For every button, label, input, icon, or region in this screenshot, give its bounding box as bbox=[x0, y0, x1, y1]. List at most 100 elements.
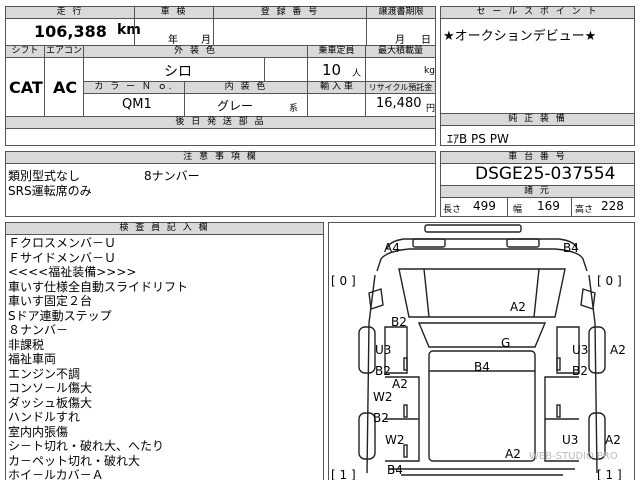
mark-b2-right: B2 bbox=[572, 364, 588, 378]
color-no-cell: カ ラ ー Ｎ ｏ. QM1 bbox=[83, 81, 185, 117]
inspector-note: カ－ペット切れ・破れ大 bbox=[8, 453, 141, 468]
bracket-bl: [ 1 ] bbox=[331, 468, 356, 480]
color-no-label: カ ラ ー Ｎ ｏ. bbox=[84, 82, 184, 94]
mark-w2-left2: W2 bbox=[385, 433, 405, 447]
mark-a2-right2: A2 bbox=[605, 433, 621, 447]
mark-u3-rear: U3 bbox=[562, 433, 578, 447]
inspector-note: 非課税 bbox=[8, 337, 45, 352]
mark-a2-mid: A2 bbox=[392, 377, 408, 391]
bracket-tr: [ 0 ] bbox=[597, 274, 622, 288]
mileage-value: 106,388 bbox=[34, 22, 107, 41]
length-label: 長さ bbox=[443, 205, 462, 215]
chassis-label: 車 台 番 号 bbox=[441, 152, 634, 164]
inspection-label: 車 検 bbox=[135, 7, 213, 19]
chassis-cell: 車 台 番 号 DSGE25-037554 諸 元 長さ 499 幅 169 高… bbox=[440, 151, 635, 217]
aircon-value: AC bbox=[53, 78, 78, 97]
capacity-value: 10 bbox=[322, 61, 342, 79]
notice-label: 注 意 事 項 欄 bbox=[6, 152, 435, 164]
transfer-deadline-cell: 譲渡書期限 月 日 bbox=[366, 6, 436, 46]
mark-a2-right: A2 bbox=[610, 343, 626, 357]
mark-b4-center: B4 bbox=[474, 360, 490, 374]
mark-g: G bbox=[501, 336, 510, 350]
import-cell: 輸 入 車 bbox=[307, 81, 366, 117]
mark-a4: A4 bbox=[384, 241, 400, 255]
bracket-br: [ 1 ] bbox=[597, 468, 622, 480]
height-label: 高さ bbox=[575, 205, 594, 215]
dimensions-label: 諸 元 bbox=[441, 186, 634, 198]
exterior-color-label: 外 装 色 bbox=[84, 46, 307, 58]
later-docs-label: 後 日 発 送 部 品 bbox=[6, 117, 435, 129]
inspector-note: 車いす固定２台 bbox=[8, 294, 93, 308]
length-value: 499 bbox=[473, 199, 496, 213]
recycle-fee-label: リサイクル預託金 bbox=[366, 82, 435, 94]
interior-color-suffix: 系 bbox=[289, 104, 299, 114]
color-no-value: QM1 bbox=[122, 97, 152, 112]
inspector-label: 検 査 員 記 入 欄 bbox=[6, 223, 323, 235]
registration-cell: 登 録 番 号 bbox=[213, 6, 367, 46]
selling-point-value: ★オークションデビュー★ bbox=[443, 29, 597, 44]
genuine-equip-value: ｴｱB PS PW bbox=[447, 132, 509, 146]
inspector-note: Ｆサイドメンバ－Ｕ bbox=[8, 250, 117, 265]
transfer-deadline-month: 月 bbox=[395, 35, 405, 46]
mark-b4-top: B4 bbox=[563, 241, 579, 255]
mark-a2-hood: A2 bbox=[510, 300, 526, 314]
mark-w2-left: W2 bbox=[373, 390, 393, 404]
car-diagram-svg: A4 B4 A2 B2 G U3 U3 A2 B2 B4 B2 A2 W2 B2… bbox=[331, 224, 626, 480]
inspector-note: Ｆクロスメンバ－Ｕ bbox=[8, 236, 117, 250]
transfer-deadline-day: 日 bbox=[421, 35, 431, 46]
mileage-cell: 走 行 106,388 km bbox=[5, 6, 141, 46]
shift-label: シフト bbox=[6, 46, 44, 58]
inspector-note: ダッシュ板傷大 bbox=[8, 395, 93, 410]
inspector-note: 福祉車両 bbox=[8, 352, 57, 366]
max-load-cell: 最大積載量 kg bbox=[365, 45, 436, 82]
mark-b4-bottom: B4 bbox=[387, 463, 403, 477]
inspection-cell: 車 検 年 月 bbox=[134, 6, 214, 46]
interior-color-label: 内 装 色 bbox=[185, 82, 307, 94]
interior-color-value: グレー bbox=[217, 99, 254, 113]
inspector-note: コンソ－ル傷大 bbox=[8, 381, 93, 395]
recycle-fee-value: 16,480 bbox=[376, 96, 422, 111]
inspection-month-unit: 月 bbox=[201, 35, 211, 46]
shift-value: CAT bbox=[9, 78, 43, 97]
mark-b2-left3: B2 bbox=[373, 411, 389, 425]
inspector-note: <<<<福祉装備>>>> bbox=[8, 265, 137, 279]
inspector-note: 室内内張傷 bbox=[8, 424, 69, 439]
later-docs-cell: 後 日 発 送 部 品 bbox=[5, 116, 436, 146]
inspector-note: Sドア連動ステップ bbox=[8, 308, 112, 323]
width-value: 169 bbox=[537, 199, 560, 213]
inspector-note: エンジン不調 bbox=[8, 366, 81, 381]
inspector-notes: Ｆクロスメンバ－Ｕ Ｆサイドメンバ－Ｕ <<<<福祉装備>>>> 車いす仕様全自動スラ… bbox=[8, 236, 188, 480]
interior-color-cell: 内 装 色 グレー 系 bbox=[184, 81, 308, 117]
mark-u3-left: U3 bbox=[375, 343, 391, 357]
notice-cell: 注 意 事 項 欄 類別型式なし 8ナンバー SRS運転席のみ bbox=[5, 151, 436, 217]
exterior-color-cell: 外 装 色 シロ bbox=[83, 45, 308, 82]
inspection-year-unit: 年 bbox=[168, 35, 178, 46]
inspector-cell: 検 査 員 記 入 欄 Ｆクロスメンバ－Ｕ Ｆサイドメンバ－Ｕ <<<<福祉装備>>… bbox=[5, 222, 324, 480]
aircon-cell: エアコン AC bbox=[44, 45, 84, 117]
mark-b2-left2: B2 bbox=[375, 364, 391, 378]
max-load-label: 最大積載量 bbox=[366, 46, 435, 58]
chassis-value: DSGE25-037554 bbox=[475, 164, 616, 184]
selling-point-label: セ ー ル ス ポ イ ン ト bbox=[441, 7, 634, 19]
inspector-note: ホイ－ルカバ－Ａ bbox=[8, 468, 104, 480]
recycle-fee-unit: 円 bbox=[426, 104, 436, 114]
capacity-cell: 乗車定員 10 人 bbox=[307, 45, 366, 82]
inspector-note: ８ナンバ－ bbox=[8, 323, 69, 337]
aircon-label: エアコン bbox=[45, 46, 83, 58]
width-label: 幅 bbox=[513, 205, 523, 215]
notice-line1b: 8ナンバー bbox=[144, 169, 200, 183]
notice-line2: SRS運転席のみ bbox=[8, 184, 92, 198]
transfer-deadline-label: 譲渡書期限 bbox=[367, 7, 435, 19]
car-diagram: A4 B4 A2 B2 G U3 U3 A2 B2 B4 B2 A2 W2 B2… bbox=[328, 222, 635, 480]
mark-u3-right: U3 bbox=[572, 343, 588, 357]
capacity-label: 乗車定員 bbox=[308, 46, 365, 58]
mark-b2-left: B2 bbox=[391, 315, 407, 329]
registration-label: 登 録 番 号 bbox=[214, 7, 366, 19]
import-label: 輸 入 車 bbox=[308, 82, 365, 94]
recycle-fee-cell: リサイクル預託金 16,480 円 bbox=[365, 81, 436, 117]
genuine-equip-cell: 純 正 装 備 ｴｱB PS PW bbox=[440, 113, 635, 146]
mileage-label: 走 行 bbox=[6, 7, 134, 19]
inspector-note: シ－ト切れ・破れ大、へたり bbox=[8, 439, 165, 453]
shift-cell: シフト CAT bbox=[5, 45, 45, 117]
height-value: 228 bbox=[601, 199, 624, 213]
